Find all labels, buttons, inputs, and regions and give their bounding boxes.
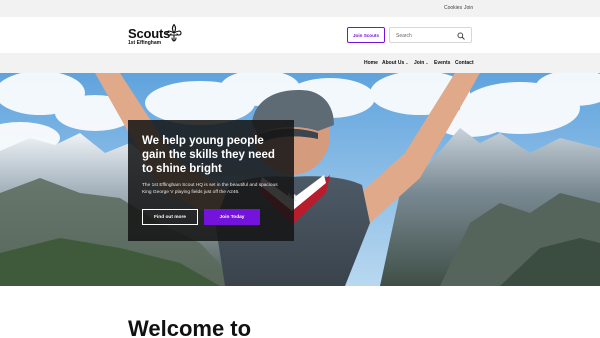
fleur-de-lis-icon[interactable] xyxy=(164,23,184,43)
utility-bar: Cookies Join xyxy=(0,0,600,17)
nav-item-events[interactable]: Events xyxy=(434,60,450,66)
group-name: 1st Effingham xyxy=(128,40,162,46)
nav-item-contact[interactable]: Contact xyxy=(455,60,474,66)
nav-item-label: Events xyxy=(434,60,451,66)
chevron-down-icon: ⌄ xyxy=(425,60,429,65)
nav-item-label: About Us xyxy=(382,60,405,66)
search-box[interactable] xyxy=(389,27,472,43)
find-out-more-button[interactable]: Find out more xyxy=(142,209,198,225)
search-icon[interactable] xyxy=(457,32,465,40)
join-scouts-button[interactable]: Join Scouts xyxy=(347,27,385,43)
utility-join-link[interactable]: Join xyxy=(464,5,473,11)
nav-item-about-us[interactable]: About Us⌄ xyxy=(382,60,409,66)
hero-heading: We help young people gain the skills the… xyxy=(142,135,275,175)
hero-body-text: The 1st Effingham Scout HQ is set in the… xyxy=(142,183,278,195)
site-header: Scouts 1st Effingham Join Scouts xyxy=(0,17,600,53)
cookies-link[interactable]: Cookies xyxy=(444,5,462,11)
join-today-button[interactable]: Join Today xyxy=(204,209,260,225)
hero-card: We help young people gain the skills the… xyxy=(128,120,294,241)
nav-item-label: Join xyxy=(414,60,425,66)
nav-item-label: Contact xyxy=(455,60,474,66)
main-nav: Home About Us⌄ Join⌄ Events Contact xyxy=(0,53,600,73)
nav-item-home[interactable]: Home xyxy=(364,60,378,66)
welcome-heading: Welcome to xyxy=(128,316,252,338)
hero-banner: xkt We help young people gain the skills… xyxy=(0,73,600,286)
nav-item-label: Home xyxy=(364,60,378,66)
hero-image: xkt xyxy=(0,73,600,286)
chevron-down-icon: ⌄ xyxy=(405,60,409,65)
nav-item-join[interactable]: Join⌄ xyxy=(414,60,429,66)
search-input[interactable] xyxy=(396,32,452,40)
